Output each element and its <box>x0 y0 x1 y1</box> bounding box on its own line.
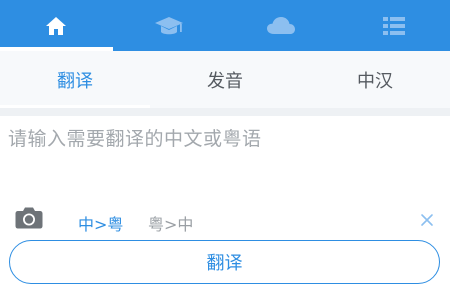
tab-translate[interactable]: 翻译 <box>0 51 150 108</box>
nav-home[interactable] <box>0 0 113 51</box>
graduation-cap-icon <box>154 15 184 37</box>
cloud-icon <box>266 16 296 36</box>
camera-icon[interactable] <box>15 206 43 233</box>
translate-button[interactable]: 翻译 <box>9 240 440 284</box>
direction-yue-to-zh[interactable]: 粤>中 <box>148 211 193 235</box>
tab-translate-label: 翻译 <box>57 70 93 92</box>
top-nav-bar <box>0 0 450 51</box>
tab-chinese-han[interactable]: 中汉 <box>300 51 450 108</box>
translation-input-area[interactable]: 请输入需要翻译的中文或粤语 中>粤 粤>中 <box>0 116 450 240</box>
tab-pronunciation-label: 发音 <box>207 70 243 92</box>
tab-chinese-han-label: 中汉 <box>357 70 393 92</box>
clear-icon[interactable] <box>420 212 434 231</box>
direction-zh-to-yue[interactable]: 中>粤 <box>78 211 123 235</box>
home-icon <box>44 15 68 37</box>
divider <box>0 108 450 116</box>
sub-tab-bar: 翻译 发音 中汉 <box>0 51 450 108</box>
nav-learn[interactable] <box>113 0 226 51</box>
nav-cloud[interactable] <box>225 0 338 51</box>
input-placeholder: 请输入需要翻译的中文或粤语 <box>8 128 262 150</box>
nav-list[interactable] <box>338 0 450 51</box>
translate-button-label: 翻译 <box>206 253 243 274</box>
tab-pronunciation[interactable]: 发音 <box>150 51 300 108</box>
list-icon <box>382 16 405 35</box>
